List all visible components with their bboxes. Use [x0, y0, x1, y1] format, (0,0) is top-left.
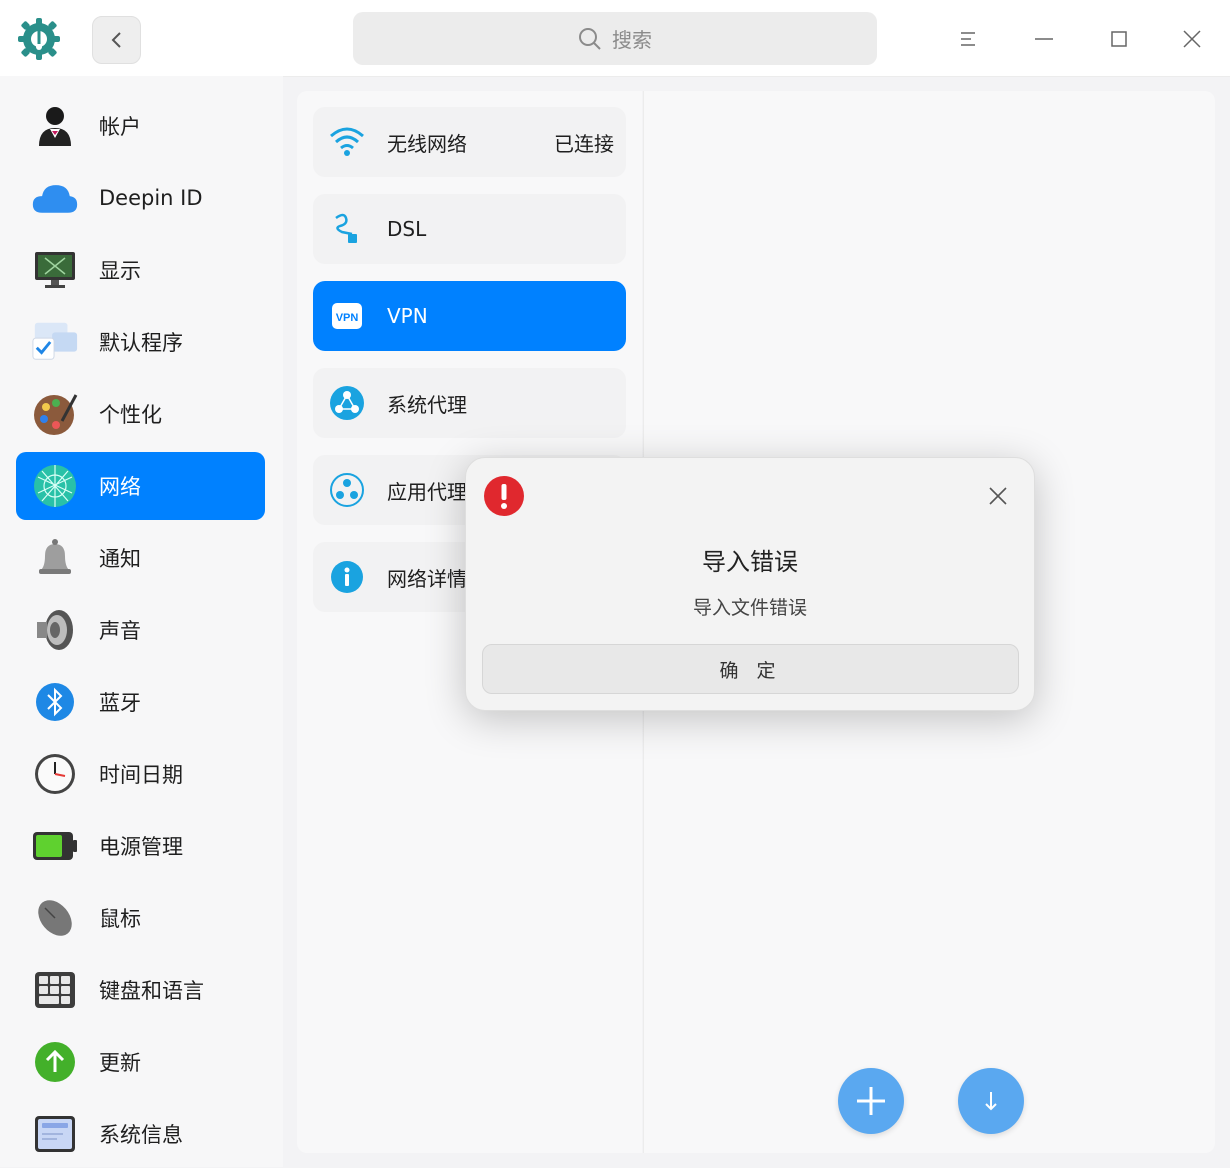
update-icon — [31, 1038, 79, 1086]
close-window-button[interactable] — [1177, 24, 1207, 54]
sidebar-item-account[interactable]: 帐户 — [16, 92, 265, 160]
default-apps-icon — [31, 318, 79, 366]
sidebar-item-label: 鼠标 — [99, 907, 141, 931]
sidebar-item-network[interactable]: 网络 — [16, 452, 265, 520]
clock-icon — [31, 750, 79, 798]
sidebar-item-default-apps[interactable]: 默认程序 — [16, 308, 265, 376]
search-placeholder: 搜索 — [612, 28, 652, 52]
svg-text:VPN: VPN — [336, 312, 359, 324]
sidebar-item-keyboard[interactable]: 键盘和语言 — [16, 956, 265, 1024]
chevron-left-icon — [111, 32, 121, 48]
maximize-button[interactable] — [1104, 24, 1134, 54]
info-icon — [329, 559, 365, 595]
sidebar-item-label: 帐户 — [99, 115, 141, 139]
close-icon — [1183, 30, 1201, 48]
sidebar-item-label: 电源管理 — [99, 835, 183, 859]
sidebar-item-personalization[interactable]: 个性化 — [16, 380, 265, 448]
sidebar-item-label: 更新 — [99, 1051, 141, 1075]
wifi-icon — [329, 124, 365, 160]
sidebar-item-label: 通知 — [99, 547, 141, 571]
sidebar-item-label: 声音 — [99, 619, 141, 643]
sidebar-item-label: 个性化 — [99, 403, 162, 427]
network-item-label: 网络详情 — [387, 566, 467, 591]
import-vpn-button[interactable] — [958, 1068, 1024, 1134]
sidebar-item-mouse[interactable]: 鼠标 — [16, 884, 265, 952]
sidebar-item-bluetooth[interactable]: 蓝牙 — [16, 668, 265, 736]
bluetooth-icon — [31, 678, 79, 726]
app-proxy-icon — [329, 472, 365, 508]
keyboard-icon — [31, 966, 79, 1014]
network-item-label: 无线网络 — [387, 131, 467, 156]
dialog-message: 导入文件错误 — [692, 597, 807, 619]
personalization-icon — [31, 390, 79, 438]
account-icon — [31, 102, 79, 150]
menu-icon — [961, 32, 975, 46]
network-item-label: 应用代理 — [387, 479, 467, 504]
sidebar-item-update[interactable]: 更新 — [16, 1028, 265, 1096]
maximize-icon — [1111, 31, 1127, 47]
menu-button[interactable] — [953, 24, 983, 54]
network-item-label: DSL — [387, 217, 427, 241]
sidebar: 帐户 Deepin ID 显示 默认程序 个性化 网络 通知 声音 蓝牙 时间日… — [0, 76, 283, 1167]
speaker-icon — [31, 606, 79, 654]
vpn-icon: VPN — [329, 298, 365, 334]
cloud-icon — [31, 174, 79, 222]
search-input[interactable]: 搜索 — [353, 12, 877, 65]
minimize-icon — [1035, 38, 1053, 40]
sidebar-item-label: 网络 — [99, 475, 141, 499]
bell-icon — [31, 534, 79, 582]
sidebar-item-label: 时间日期 — [99, 763, 183, 787]
network-item-vpn[interactable]: VPN VPN — [313, 281, 626, 351]
wireless-status: 已连接 — [554, 131, 614, 156]
sidebar-item-label: 系统信息 — [99, 1123, 183, 1147]
mouse-icon — [31, 894, 79, 942]
back-button[interactable] — [92, 16, 141, 64]
system-info-icon — [31, 1110, 79, 1158]
add-vpn-button[interactable] — [838, 1068, 904, 1134]
sidebar-item-label: 键盘和语言 — [99, 979, 204, 1003]
sidebar-item-display[interactable]: 显示 — [16, 236, 265, 304]
display-icon — [31, 246, 79, 294]
network-item-wireless[interactable]: 无线网络 已连接 — [313, 107, 626, 177]
battery-icon — [31, 822, 79, 870]
sidebar-item-sound[interactable]: 声音 — [16, 596, 265, 664]
network-item-label: 系统代理 — [387, 392, 467, 417]
close-icon — [989, 487, 1007, 505]
network-icon — [31, 462, 79, 510]
sidebar-item-datetime[interactable]: 时间日期 — [16, 740, 265, 808]
sidebar-item-label: Deepin ID — [99, 186, 203, 210]
proxy-icon — [329, 385, 365, 421]
sidebar-item-label: 显示 — [99, 259, 141, 283]
confirm-button[interactable]: 确 定 — [482, 644, 1019, 694]
minimize-button[interactable] — [1029, 24, 1059, 54]
plus-icon — [857, 1087, 885, 1115]
network-item-system-proxy[interactable]: 系统代理 — [313, 368, 626, 438]
network-item-label: VPN — [387, 304, 428, 328]
dsl-icon — [329, 211, 365, 247]
arrow-down-icon — [985, 1092, 997, 1111]
sidebar-item-deepin-id[interactable]: Deepin ID — [16, 164, 265, 232]
search-icon — [579, 27, 601, 50]
sidebar-item-notification[interactable]: 通知 — [16, 524, 265, 592]
network-item-dsl[interactable]: DSL — [313, 194, 626, 264]
sidebar-item-label: 默认程序 — [99, 331, 183, 355]
title-bar: 搜索 — [0, 0, 1230, 77]
sidebar-item-label: 蓝牙 — [99, 691, 141, 715]
error-icon — [484, 476, 524, 516]
sidebar-item-system-info[interactable]: 系统信息 — [16, 1100, 265, 1168]
dialog-title: 导入错误 — [702, 548, 798, 576]
sidebar-item-power[interactable]: 电源管理 — [16, 812, 265, 880]
settings-logo-icon — [16, 16, 62, 62]
import-error-dialog: 导入错误 导入文件错误 确 定 — [465, 457, 1035, 711]
dialog-close-button[interactable] — [984, 482, 1012, 510]
